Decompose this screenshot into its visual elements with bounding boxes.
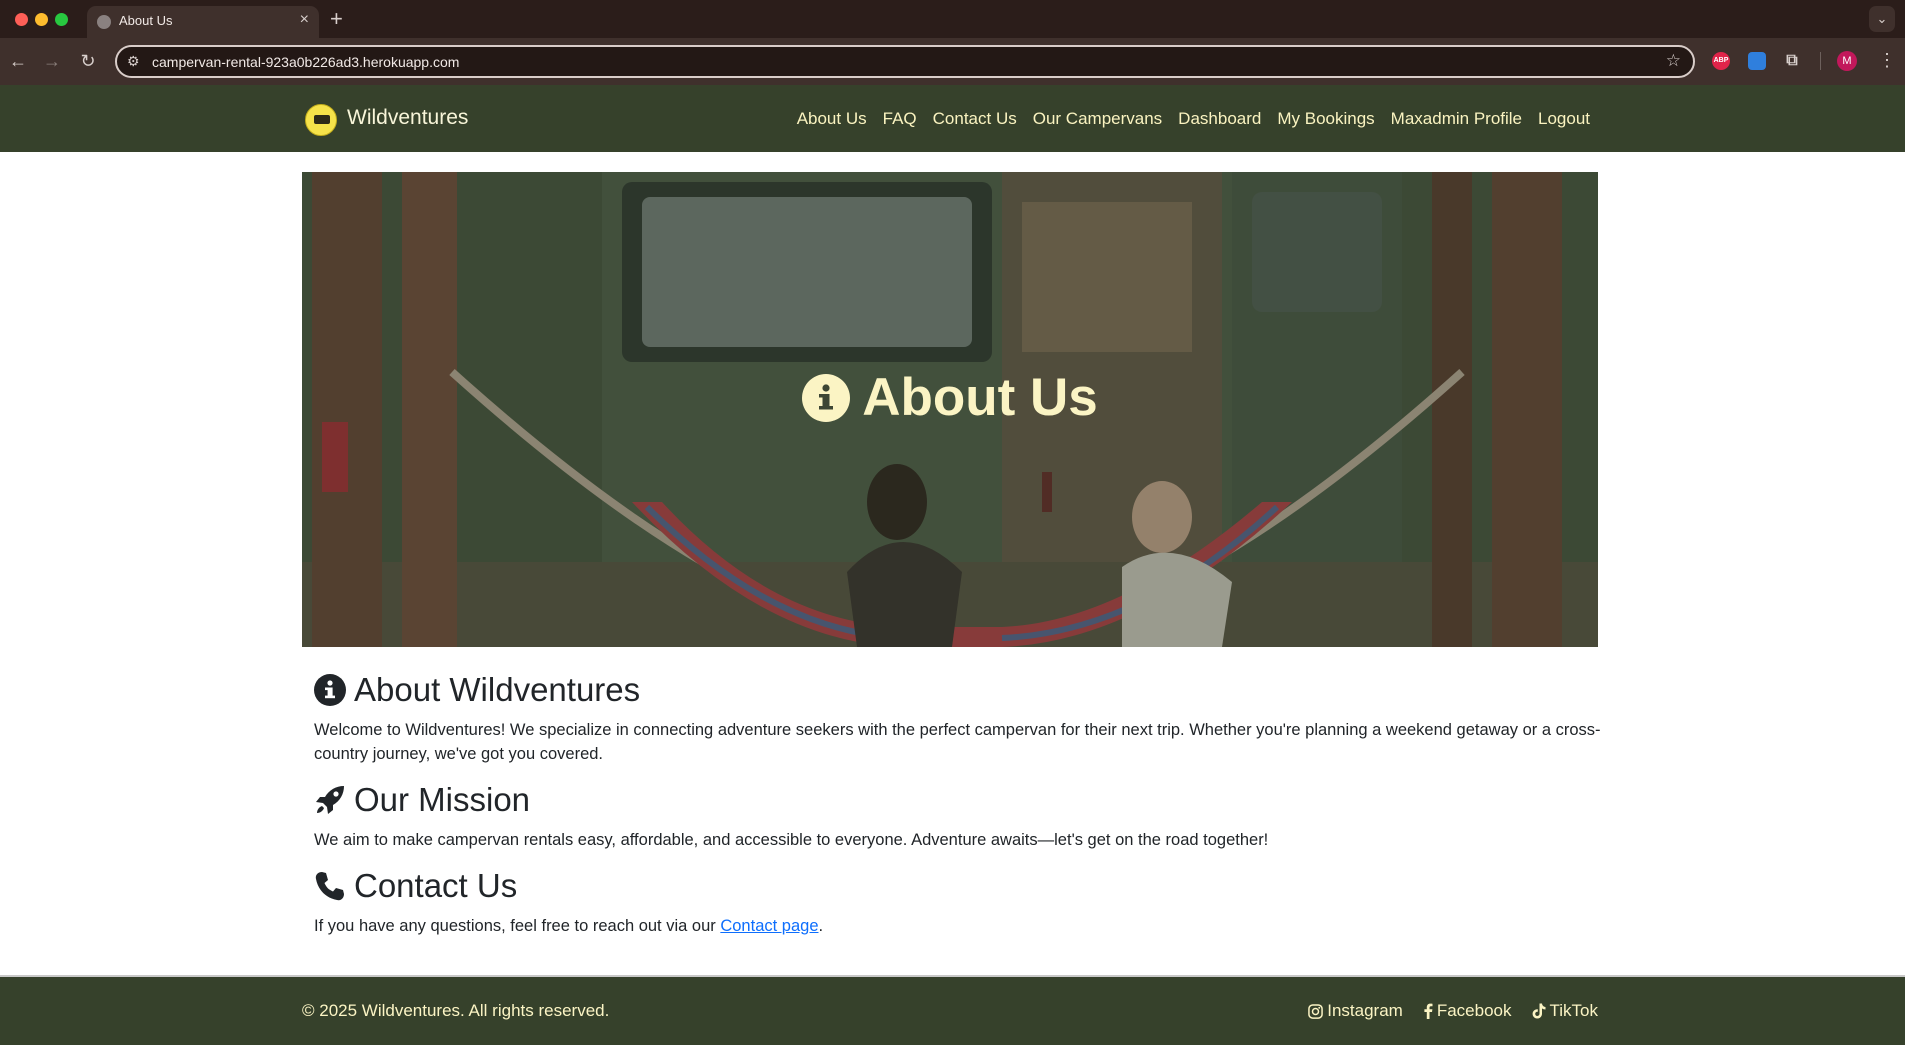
info-circle-icon	[802, 373, 851, 422]
new-tab-icon[interactable]: +	[330, 6, 343, 32]
instagram-icon	[1308, 1003, 1324, 1019]
bookmark-star-icon[interactable]: ☆	[1666, 51, 1681, 71]
contact-text-lead: If you have any questions, feel free to …	[314, 917, 721, 935]
footer-copyright: © 2025 Wildventures. All rights reserved…	[302, 1001, 610, 1020]
address-bar[interactable]: ⚙ campervan-rental-923a0b226ad3.herokuap…	[115, 45, 1695, 78]
nav-links: About Us FAQ Contact Us Our Campervans D…	[797, 109, 1590, 129]
tab-title: About Us	[119, 13, 173, 28]
tiktok-link[interactable]: TikTok	[1532, 1001, 1599, 1021]
browser-toolbar: ← → ↻ ⚙ campervan-rental-923a0b226ad3.he…	[0, 38, 1905, 85]
profile-avatar[interactable]: M	[1837, 51, 1857, 71]
instagram-label: Instagram	[1327, 1001, 1403, 1020]
forward-arrow-icon[interactable]: →	[38, 47, 66, 75]
contact-text: If you have any questions, feel free to …	[314, 914, 1604, 938]
nav-link-dashboard[interactable]: Dashboard	[1178, 109, 1261, 129]
brand-link[interactable]: Wildventures	[305, 103, 468, 137]
close-tab-icon[interactable]: ×	[300, 11, 309, 29]
nav-link-about-us[interactable]: About Us	[797, 109, 867, 129]
nav-link-our-campervans[interactable]: Our Campervans	[1033, 109, 1162, 129]
contact-text-end: .	[818, 917, 824, 935]
nav-link-logout[interactable]: Logout	[1538, 109, 1590, 129]
globe-icon	[97, 15, 111, 29]
browser-tab-bar: About Us × + ⌄	[0, 0, 1905, 38]
facebook-link[interactable]: Facebook	[1423, 1001, 1512, 1021]
mission-heading: Our Mission	[314, 778, 1604, 822]
brand-name: Wildventures	[347, 106, 469, 129]
nav-link-my-bookings[interactable]: My Bookings	[1277, 109, 1374, 129]
about-heading: About Wildventures	[314, 668, 1604, 712]
adblock-extension-icon[interactable]: ABP	[1712, 52, 1730, 70]
reload-icon[interactable]: ↻	[74, 47, 102, 75]
phone-icon	[315, 872, 344, 901]
hero-title: About Us	[302, 172, 1598, 635]
hero-banner: About Us	[302, 172, 1598, 647]
about-heading-text: About Wildventures	[354, 671, 641, 708]
about-text: Welcome to Wildventures! We specialize i…	[314, 721, 1601, 763]
minimize-window-button[interactable]	[35, 13, 48, 26]
address-url[interactable]: campervan-rental-923a0b226ad3.herokuapp.…	[152, 54, 459, 70]
site-navbar: Wildventures About Us FAQ Contact Us Our…	[0, 85, 1905, 152]
info-circle-icon	[314, 674, 346, 706]
mission-heading-text: Our Mission	[354, 781, 531, 818]
extensions-puzzle-icon[interactable]: ⧉	[1783, 52, 1801, 70]
nav-link-contact-us[interactable]: Contact Us	[933, 109, 1017, 129]
social-links: Instagram Facebook TikTok	[1308, 1001, 1598, 1021]
contact-page-link[interactable]: Contact page	[720, 917, 818, 935]
maximize-window-button[interactable]	[55, 13, 68, 26]
close-window-button[interactable]	[15, 13, 28, 26]
browser-menu-icon[interactable]: ⋮	[1878, 48, 1896, 72]
facebook-label: Facebook	[1436, 1001, 1512, 1020]
instagram-link[interactable]: Instagram	[1308, 1001, 1403, 1021]
tiktok-icon	[1532, 1003, 1545, 1019]
rocket-icon	[316, 786, 344, 814]
facebook-icon	[1424, 1003, 1433, 1019]
browser-tab[interactable]: About Us ×	[87, 6, 319, 38]
mission-text: We aim to make campervan rentals easy, a…	[314, 831, 1269, 849]
contact-heading: Contact Us	[314, 864, 1604, 908]
site-settings-icon[interactable]: ⚙	[127, 53, 140, 70]
tiktok-label: TikTok	[1549, 1001, 1599, 1020]
toolbar-divider	[1820, 52, 1821, 70]
hero-title-text: About Us	[862, 368, 1098, 427]
brand-logo	[305, 104, 337, 136]
tab-search-chevron-icon[interactable]: ⌄	[1869, 6, 1895, 32]
cloud-extension-icon[interactable]	[1748, 52, 1766, 70]
nav-link-profile[interactable]: Maxadmin Profile	[1391, 109, 1522, 129]
contact-heading-text: Contact Us	[354, 867, 518, 904]
nav-link-faq[interactable]: FAQ	[883, 109, 917, 129]
main-content: About Wildventures Welcome to Wildventur…	[314, 668, 1604, 950]
back-arrow-icon[interactable]: ←	[4, 47, 32, 75]
site-footer: © 2025 Wildventures. All rights reserved…	[0, 975, 1905, 1045]
